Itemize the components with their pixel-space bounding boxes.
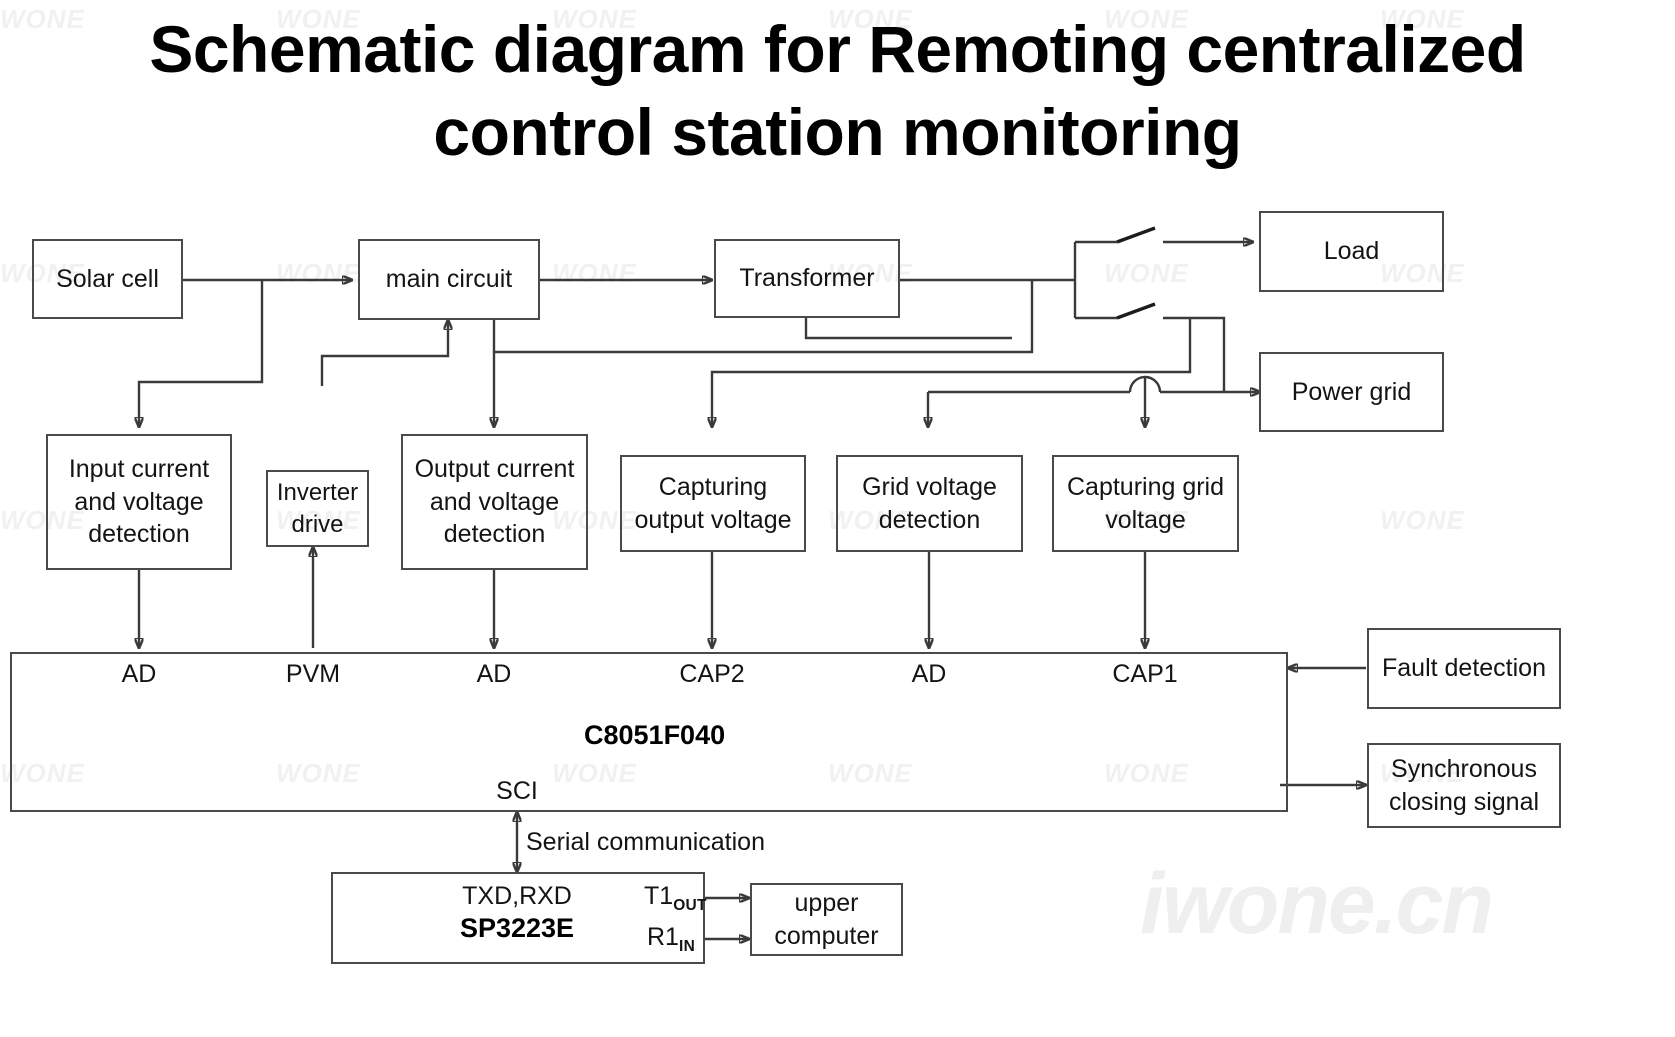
box-synchronous-closing-signal[interactable]: Synchronous closing signal xyxy=(1367,743,1561,828)
box-upper-computer[interactable]: upper computer xyxy=(750,883,903,956)
box-power-grid[interactable]: Power grid xyxy=(1259,352,1444,432)
mcu-port-ad-2: AD xyxy=(476,660,512,688)
mcu-port-ad-3: AD xyxy=(911,660,947,688)
serial-communication-label: Serial communication xyxy=(526,828,765,856)
mcu-port-pvm: PVM xyxy=(285,660,341,688)
pin-r1-base: R1 xyxy=(647,923,679,951)
box-capturing-output-voltage[interactable]: Capturing output voltage xyxy=(620,455,806,552)
box-main-circuit[interactable]: main circuit xyxy=(358,239,540,320)
pin-t1-base: T1 xyxy=(644,882,674,910)
mcu-name-label: C8051F040 xyxy=(584,720,726,750)
wire-switch-bottom-down xyxy=(1163,316,1226,392)
sp3223e-pins-txd-rxd: TXD,RXD xyxy=(462,882,572,910)
box-grid-voltage-detection[interactable]: Grid voltage detection xyxy=(836,455,1023,552)
box-load[interactable]: Load xyxy=(1259,211,1444,292)
pin-r1-sub: IN xyxy=(678,938,696,955)
mcu-port-cap1: CAP1 xyxy=(1112,660,1178,688)
sp3223e-pin-t1out: T1OUT xyxy=(644,882,707,915)
box-transformer[interactable]: Transformer xyxy=(714,239,900,318)
wire-transformer-tap-stub xyxy=(804,318,1012,340)
mcu-port-sci: SCI xyxy=(496,777,538,805)
diagram-canvas: WONE WONE WONE WONE WONE WONE WONE WONE … xyxy=(0,0,1675,1037)
box-solar-cell[interactable]: Solar cell xyxy=(32,239,183,319)
box-capturing-grid-voltage[interactable]: Capturing grid voltage xyxy=(1052,455,1239,552)
box-fault-detection[interactable]: Fault detection xyxy=(1367,628,1561,709)
switch-blade-top-icon xyxy=(1116,226,1156,244)
switch-blade-bottom-icon xyxy=(1116,302,1156,320)
mcu-port-ad-1: AD xyxy=(121,660,157,688)
box-inverter-drive[interactable]: Inverter drive xyxy=(266,470,369,547)
pin-t1-sub: OUT xyxy=(673,897,707,914)
box-output-current-voltage-detection[interactable]: Output current and voltage detection xyxy=(401,434,588,570)
sp3223e-pin-r1in: R1IN xyxy=(647,923,695,956)
mcu-port-cap2: CAP2 xyxy=(679,660,745,688)
box-input-current-voltage-detection[interactable]: Input current and voltage detection xyxy=(46,434,232,570)
wire-inverter-to-main xyxy=(320,320,448,386)
wire-to-capture-output-voltage xyxy=(712,318,1192,427)
sp3223e-name-label: SP3223E xyxy=(459,913,575,943)
